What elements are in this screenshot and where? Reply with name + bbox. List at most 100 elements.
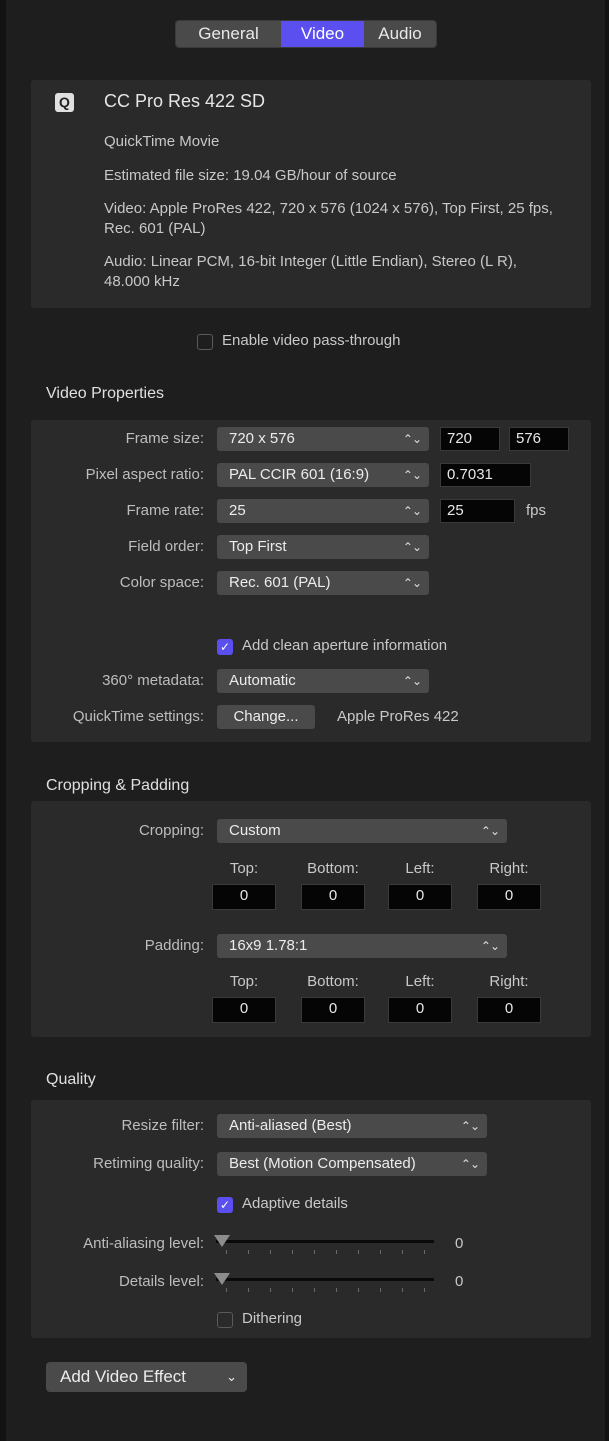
field-order-label: Field order:	[128, 538, 204, 555]
video-properties-heading: Video Properties	[46, 385, 164, 402]
right-border	[605, 0, 609, 1441]
preset-container: QuickTime Movie	[104, 133, 220, 150]
details-tick	[402, 1288, 403, 1292]
padding-value: 16x9 1.78:1	[229, 937, 308, 954]
checkmark-icon: ✓	[219, 640, 231, 654]
tab-audio[interactable]: Audio	[364, 21, 436, 47]
tab-video[interactable]: Video	[281, 21, 364, 47]
crop-left-field[interactable]: 0	[388, 884, 452, 910]
antialias-tick	[314, 1250, 315, 1254]
fps-unit: fps	[526, 502, 547, 519]
crop-top-field[interactable]: 0	[212, 884, 276, 910]
metadata-360-select[interactable]: Automatic ⌃⌄	[217, 669, 429, 693]
antialias-tick	[336, 1250, 337, 1254]
pad-right-field[interactable]: 0	[477, 997, 541, 1023]
checkmark-icon: ✓	[219, 1198, 231, 1212]
pixel-aspect-select[interactable]: PAL CCIR 601 (16:9) ⌃⌄	[217, 463, 429, 487]
adaptive-details-checkbox[interactable]: ✓	[217, 1197, 233, 1213]
passthrough-label: Enable video pass-through	[222, 332, 401, 349]
pad-bottom-field[interactable]: 0	[301, 997, 365, 1023]
antialias-tick	[380, 1250, 381, 1254]
frame-width-field[interactable]: 720	[440, 427, 500, 451]
up-down-chevron-icon: ⌃⌄	[480, 939, 500, 953]
up-down-chevron-icon: ⌃⌄	[460, 1157, 480, 1171]
details-slider[interactable]	[216, 1278, 434, 1281]
antialias-tick	[358, 1250, 359, 1254]
field-order-value: Top First	[229, 538, 287, 555]
add-video-effect-button[interactable]: Add Video Effect ⌄	[46, 1362, 247, 1392]
metadata-360-value: Automatic	[229, 672, 296, 689]
antialias-slider[interactable]	[216, 1240, 434, 1243]
up-down-chevron-icon: ⌃⌄	[402, 468, 422, 482]
up-down-chevron-icon: ⌃⌄	[402, 674, 422, 688]
antialias-value: 0	[455, 1235, 464, 1252]
details-tick	[226, 1288, 227, 1292]
color-space-label: Color space:	[119, 574, 204, 591]
color-space-value: Rec. 601 (PAL)	[229, 574, 331, 591]
details-tick	[358, 1288, 359, 1292]
up-down-chevron-icon: ⌃⌄	[402, 540, 422, 554]
pixel-aspect-field[interactable]: 0.7031	[440, 463, 531, 487]
quality-heading: Quality	[46, 1071, 96, 1088]
pad-left-field[interactable]: 0	[388, 997, 452, 1023]
quicktime-icon: Q	[55, 93, 74, 112]
details-tick	[292, 1288, 293, 1292]
antialias-tick	[424, 1250, 425, 1254]
crop-bottom-field[interactable]: 0	[301, 884, 365, 910]
padding-label: Padding:	[144, 937, 204, 954]
retiming-select[interactable]: Best (Motion Compensated) ⌃⌄	[217, 1152, 487, 1176]
add-video-effect-label: Add Video Effect	[60, 1367, 187, 1386]
cropping-select[interactable]: Custom ⌃⌄	[217, 819, 507, 843]
change-button[interactable]: Change...	[217, 705, 315, 729]
preset-video-info: Video: Apple ProRes 422, 720 x 576 (1024…	[104, 200, 553, 237]
pixel-aspect-label: Pixel aspect ratio:	[85, 466, 204, 483]
up-down-chevron-icon: ⌃⌄	[460, 1119, 480, 1133]
resize-filter-select[interactable]: Anti-aliased (Best) ⌃⌄	[217, 1114, 487, 1138]
color-space-select[interactable]: Rec. 601 (PAL) ⌃⌄	[217, 571, 429, 595]
details-tick	[314, 1288, 315, 1292]
frame-rate-field[interactable]: 25	[440, 499, 515, 523]
details-level-label: Details level:	[118, 1273, 204, 1290]
resize-filter-value: Anti-aliased (Best)	[229, 1117, 352, 1134]
crop-right-header: Right:	[489, 860, 529, 877]
tab-general[interactable]: General	[176, 21, 281, 47]
pad-right-header: Right:	[489, 973, 529, 990]
frame-size-label: Frame size:	[125, 430, 204, 447]
pad-top-header: Top:	[229, 973, 259, 990]
crop-bottom-header: Bottom:	[307, 860, 359, 877]
pixel-aspect-value: PAL CCIR 601 (16:9)	[229, 466, 370, 483]
antialias-tick	[402, 1250, 403, 1254]
crop-top-header: Top:	[229, 860, 259, 877]
tab-bar: General Video Audio	[175, 20, 437, 48]
frame-rate-value: 25	[229, 502, 246, 519]
clean-aperture-checkbox[interactable]: ✓	[217, 639, 233, 655]
up-down-chevron-icon: ⌃⌄	[402, 576, 422, 590]
frame-rate-select[interactable]: 25 ⌃⌄	[217, 499, 429, 523]
passthrough-checkbox[interactable]	[197, 334, 213, 350]
dithering-checkbox[interactable]	[217, 1312, 233, 1328]
cropping-heading: Cropping & Padding	[46, 777, 190, 794]
crop-right-field[interactable]: 0	[477, 884, 541, 910]
frame-height-field[interactable]: 576	[509, 427, 569, 451]
field-order-select[interactable]: Top First ⌃⌄	[217, 535, 429, 559]
details-tick	[248, 1288, 249, 1292]
preset-name: CC Pro Res 422 SD	[104, 91, 266, 111]
padding-select[interactable]: 16x9 1.78:1 ⌃⌄	[217, 934, 507, 958]
retiming-label: Retiming quality:	[93, 1155, 204, 1172]
cropping-label: Cropping:	[138, 822, 204, 839]
left-border	[0, 0, 6, 1441]
pad-left-header: Left:	[405, 973, 435, 990]
cropping-value: Custom	[229, 822, 281, 839]
frame-size-select[interactable]: 720 x 576 ⌃⌄	[217, 427, 429, 451]
details-tick	[270, 1288, 271, 1292]
details-tick	[336, 1288, 337, 1292]
antialias-label: Anti-aliasing level:	[83, 1235, 204, 1252]
pad-top-field[interactable]: 0	[212, 997, 276, 1023]
details-slider-knob-icon[interactable]	[214, 1273, 230, 1285]
metadata-360-label: 360° metadata:	[102, 672, 204, 689]
resize-filter-label: Resize filter:	[121, 1117, 204, 1134]
antialias-tick	[226, 1250, 227, 1254]
quicktime-settings-label: QuickTime settings:	[72, 708, 204, 725]
antialias-slider-knob-icon[interactable]	[214, 1235, 230, 1247]
antialias-tick	[292, 1250, 293, 1254]
